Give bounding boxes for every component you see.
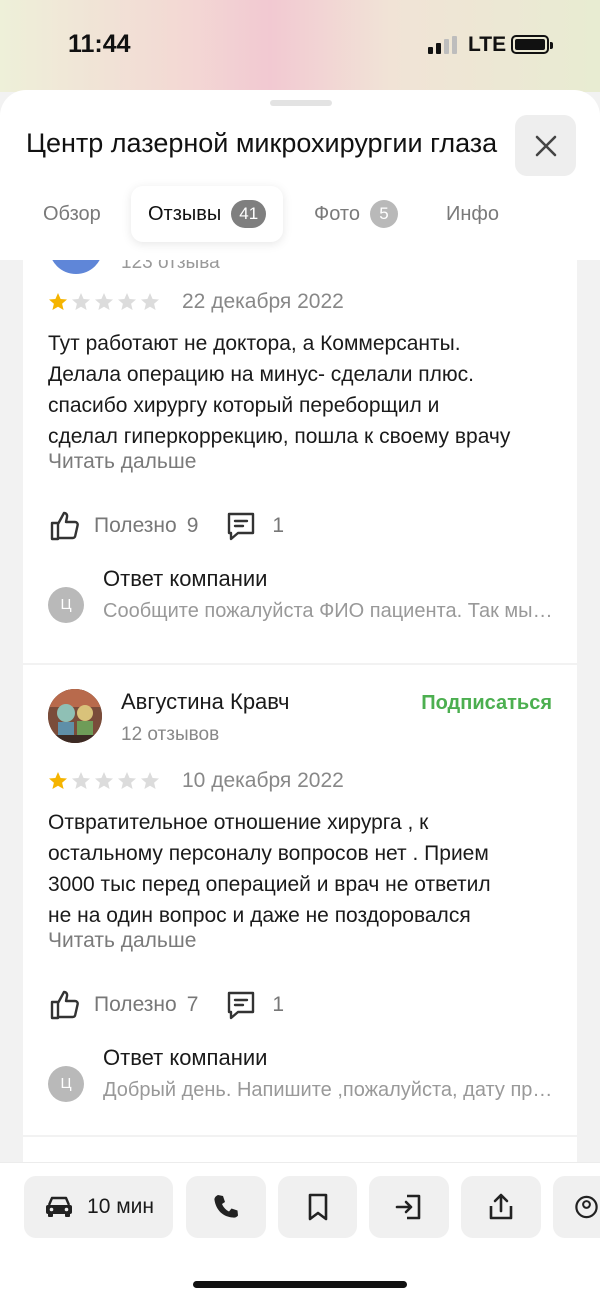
close-button[interactable] bbox=[515, 115, 576, 176]
thumbs-up-icon bbox=[50, 511, 79, 541]
star-empty-icon bbox=[72, 772, 90, 789]
place-sheet: Центр лазерной микрохирургии глаза Обзор… bbox=[0, 90, 600, 1300]
share-icon bbox=[489, 1193, 513, 1220]
avatar[interactable] bbox=[49, 260, 103, 274]
review-line: спасибо хирургу который переборщил и bbox=[48, 394, 440, 417]
sheet-grabber[interactable] bbox=[270, 100, 332, 106]
tab-label: Отзывы bbox=[148, 202, 222, 225]
subscribe-button[interactable]: Подписаться bbox=[421, 692, 552, 715]
rating-stars bbox=[48, 292, 160, 312]
useful-button[interactable]: Полезно 7 bbox=[48, 988, 198, 1022]
star-empty-icon bbox=[118, 772, 136, 789]
avatar[interactable] bbox=[48, 689, 102, 743]
useful-count: 7 bbox=[186, 993, 199, 1016]
rating-stars bbox=[48, 771, 160, 791]
star-empty-icon bbox=[95, 772, 113, 789]
review-line: остальному персоналу вопросов нет . Прие… bbox=[48, 842, 489, 865]
reviews-list[interactable]: 123 отзыва 22 декабря 2022 Тут работают … bbox=[0, 260, 600, 1162]
review-line: Отвратительное отношение хирурга , к bbox=[48, 811, 429, 834]
review-actions: Полезно 7 1 bbox=[48, 985, 284, 1025]
company-reply-text[interactable]: Сообщите пожалуйста ФИО пациента. Так мы… bbox=[103, 600, 553, 623]
enter-icon bbox=[395, 1194, 421, 1220]
star-filled-icon bbox=[49, 293, 67, 310]
author-reviews-count: 12 отзывов bbox=[121, 724, 220, 745]
comments-count: 1 bbox=[272, 993, 285, 1016]
enter-button[interactable] bbox=[369, 1176, 449, 1238]
star-empty-icon bbox=[141, 772, 159, 789]
review-line: сделал гиперкоррекцию, пошла к своему вр… bbox=[48, 425, 511, 448]
author-name[interactable]: Августина Кравч bbox=[121, 689, 289, 715]
useful-label: Полезно bbox=[94, 514, 177, 537]
call-button[interactable] bbox=[186, 1176, 266, 1238]
phone-icon bbox=[214, 1195, 238, 1218]
close-icon bbox=[535, 135, 556, 156]
company-reply-text[interactable]: Добрый день. Напишите ,пожалуйста, дату … bbox=[103, 1079, 553, 1102]
bookmark-button[interactable] bbox=[278, 1176, 357, 1238]
route-button[interactable]: 10 мин bbox=[24, 1176, 173, 1238]
useful-count: 9 bbox=[186, 514, 199, 537]
tab-label: Обзор bbox=[43, 202, 101, 225]
read-more-link[interactable]: Читать дальше bbox=[48, 450, 196, 474]
status-time: 11:44 bbox=[68, 30, 131, 58]
review-date: 10 декабря 2022 bbox=[182, 769, 344, 792]
star-empty-icon bbox=[118, 293, 136, 310]
bottom-action-bar: 10 мин bbox=[0, 1162, 600, 1300]
review-line: Тут работают не доктора, а Коммерсанты. bbox=[48, 332, 461, 355]
tab-bar: Обзор Отзывы 41 Фото 5 Инфо bbox=[0, 186, 600, 260]
author-reviews-count: 123 отзыва bbox=[121, 260, 220, 273]
photos-count-badge: 5 bbox=[369, 200, 398, 228]
thumbs-up-icon bbox=[50, 990, 79, 1020]
company-avatar: Ц bbox=[48, 587, 84, 623]
review-text: Тут работают не доктора, а Коммерсанты. … bbox=[48, 328, 558, 452]
company-reply-title[interactable]: Ответ компании bbox=[103, 566, 267, 592]
network-type: LTE bbox=[468, 33, 507, 56]
status-bar: 11:44 LTE bbox=[0, 0, 600, 92]
star-empty-icon bbox=[95, 293, 113, 310]
tab-info[interactable]: Инфо bbox=[446, 186, 499, 242]
read-more-link[interactable]: Читать дальше bbox=[48, 929, 196, 953]
review-actions: Полезно 9 1 bbox=[48, 506, 284, 546]
review-line: 3000 тыс перед операцией и врач не ответ… bbox=[48, 873, 491, 896]
tab-label: Инфо bbox=[446, 202, 499, 225]
home-indicator bbox=[193, 1281, 407, 1288]
review-text: Отвратительное отношение хирурга , к ост… bbox=[48, 807, 563, 931]
star-empty-icon bbox=[141, 293, 159, 310]
company-reply-title[interactable]: Ответ компании bbox=[103, 1045, 267, 1071]
review-card: 123 отзыва 22 декабря 2022 Тут работают … bbox=[23, 260, 577, 663]
comment-icon bbox=[228, 512, 255, 541]
tab-overview[interactable]: Обзор bbox=[43, 186, 101, 242]
review-card: Августина Кравч 12 отзывов Подписаться 1… bbox=[23, 665, 577, 1135]
review-line: Делала операцию на минус- сделали плюс. bbox=[48, 363, 474, 386]
profile-icon bbox=[575, 1195, 598, 1219]
useful-label: Полезно bbox=[94, 993, 177, 1016]
place-title: Центр лазерной микрохирургии глаза bbox=[26, 128, 498, 158]
review-line: не на один вопрос и даже не поздоровался bbox=[48, 904, 471, 927]
comments-button[interactable]: 1 bbox=[224, 988, 284, 1022]
comment-icon bbox=[228, 991, 255, 1020]
company-avatar: Ц bbox=[48, 1066, 84, 1102]
tab-reviews[interactable]: Отзывы 41 bbox=[131, 186, 284, 242]
useful-button[interactable]: Полезно 9 bbox=[48, 509, 198, 543]
battery-icon bbox=[511, 35, 553, 54]
star-empty-icon bbox=[72, 293, 90, 310]
reviews-count-badge: 41 bbox=[231, 200, 267, 228]
profile-button[interactable] bbox=[553, 1176, 600, 1238]
comments-count: 1 bbox=[272, 514, 285, 537]
signal-icon bbox=[428, 36, 458, 54]
tab-label: Фото bbox=[314, 202, 360, 225]
car-icon bbox=[46, 1196, 73, 1217]
review-date: 22 декабря 2022 bbox=[182, 290, 344, 313]
review-card bbox=[23, 1137, 577, 1162]
star-filled-icon bbox=[49, 772, 67, 789]
share-button[interactable] bbox=[461, 1176, 541, 1238]
comments-button[interactable]: 1 bbox=[224, 509, 284, 543]
tab-photos[interactable]: Фото 5 bbox=[314, 186, 398, 242]
bookmark-icon bbox=[308, 1193, 327, 1221]
route-time: 10 мин bbox=[87, 1195, 154, 1218]
